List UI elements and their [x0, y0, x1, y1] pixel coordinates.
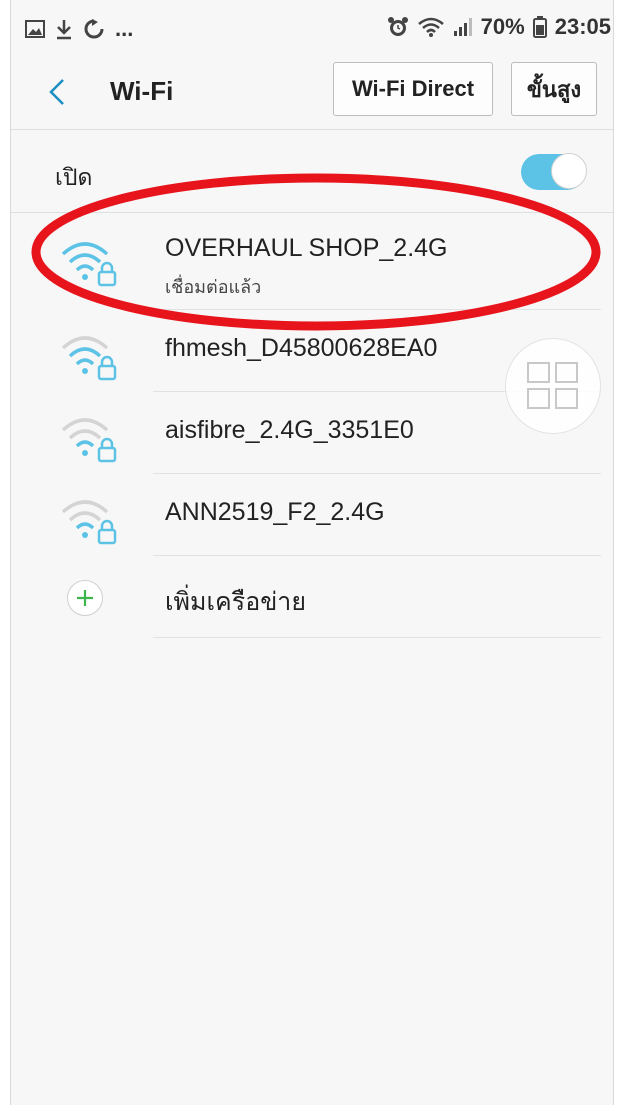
alarm-icon [387, 16, 409, 38]
advanced-button[interactable]: ขั้นสูง [511, 62, 597, 116]
download-icon [55, 18, 73, 40]
status-overflow: ... [115, 16, 134, 41]
network-item[interactable]: ANN2519_F2_2.4G [11, 474, 613, 556]
wifi-settings-screen: ... 70% 23:05 Wi-Fi Wi-Fi Direct ขั้นสูง [10, 0, 614, 1105]
plus-icon [67, 580, 103, 616]
network-name: aisfibre_2.4G_3351E0 [165, 416, 414, 444]
page-title: Wi-Fi [110, 76, 174, 106]
wifi-toggle-row[interactable]: เปิด [11, 130, 613, 212]
wifi-toggle-label: เปิด [55, 164, 93, 190]
wifi-toggle-switch[interactable] [521, 153, 587, 190]
wifi-lock-icon [61, 242, 117, 287]
network-name: OVERHAUL SHOP_2.4G [165, 234, 448, 262]
toggle-knob [551, 153, 587, 189]
gallery-icon [25, 20, 45, 38]
floating-menu-button[interactable] [505, 338, 601, 434]
app-header: Wi-Fi Wi-Fi Direct ขั้นสูง [11, 56, 613, 128]
wifi-lock-icon [61, 418, 117, 463]
network-name: fhmesh_D45800628EA0 [165, 334, 438, 362]
status-time: 23:05 [554, 14, 611, 39]
network-item[interactable]: OVERHAUL SHOP_2.4G เชื่อมต่อแล้ว [11, 212, 613, 297]
network-status: เชื่อมต่อแล้ว [165, 277, 262, 297]
sync-icon [83, 18, 105, 40]
status-bar: ... 70% 23:05 [11, 0, 613, 56]
back-button[interactable] [39, 72, 79, 112]
battery-icon [532, 16, 547, 38]
grid-icon [527, 362, 578, 409]
chevron-left-icon [49, 79, 64, 105]
row-divider [153, 637, 601, 638]
battery-percent: 70% [480, 14, 525, 39]
wifi-direct-button[interactable]: Wi-Fi Direct [333, 62, 493, 116]
cell-signal-icon [453, 17, 473, 37]
add-network-label: เพิ่มเครือข่าย [165, 588, 306, 616]
add-network-item[interactable]: เพิ่มเครือข่าย [11, 556, 613, 638]
wifi-signal-icon [417, 16, 445, 38]
network-name: ANN2519_F2_2.4G [165, 498, 385, 526]
wifi-lock-icon [61, 336, 117, 381]
wifi-lock-icon [61, 500, 117, 545]
